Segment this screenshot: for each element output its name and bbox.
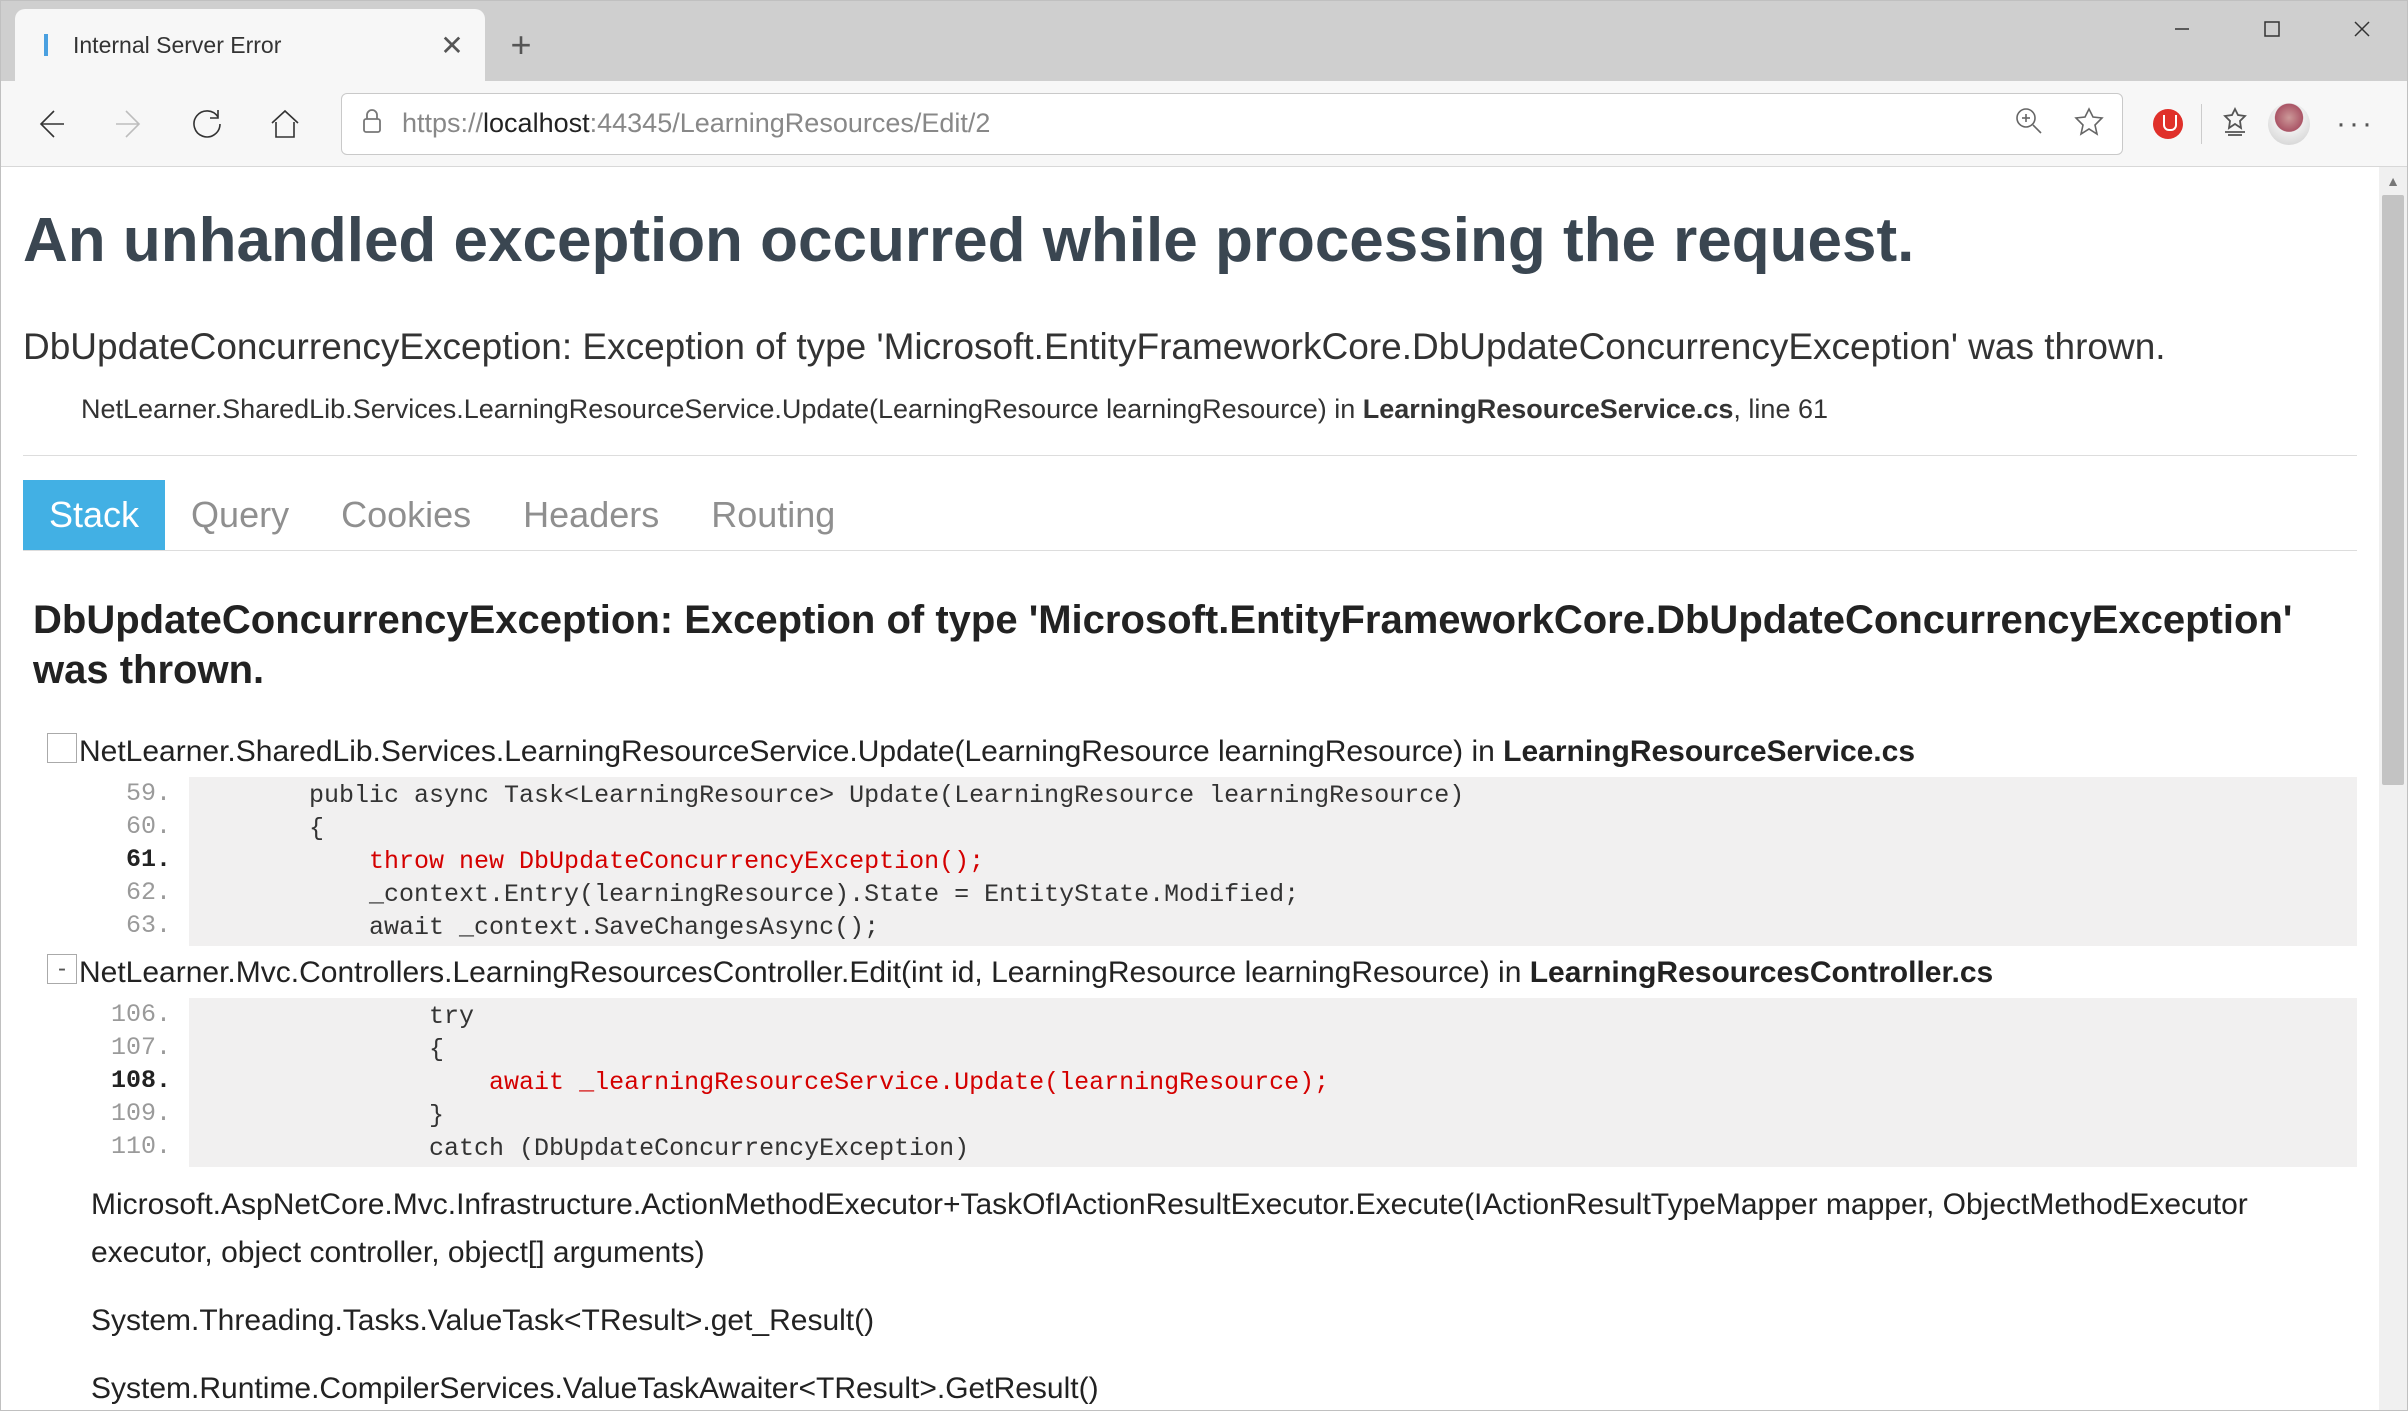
browser-window: Internal Server Error ✕ +	[0, 0, 2408, 1411]
scrollbar[interactable]: ▲	[2379, 167, 2407, 1410]
tab-query[interactable]: Query	[165, 480, 315, 550]
tab-headers[interactable]: Headers	[497, 480, 685, 550]
maximize-button[interactable]	[2227, 1, 2317, 57]
url-path: /LearningResources/Edit/2	[672, 108, 990, 138]
extension-icon[interactable]	[2153, 109, 2183, 139]
more-menu-icon[interactable]: ···	[2328, 107, 2383, 141]
favorite-icon[interactable]	[2074, 106, 2104, 141]
stack-frames: NetLearner.SharedLib.Services.LearningRe…	[23, 729, 2357, 1167]
scroll-up-icon[interactable]: ▲	[2379, 167, 2407, 195]
forward-button[interactable]	[93, 88, 165, 160]
diagnostic-tabs: Stack Query Cookies Headers Routing	[23, 480, 2357, 551]
toolbar-right: ···	[2143, 103, 2393, 145]
new-tab-button[interactable]: +	[493, 17, 549, 73]
profile-avatar[interactable]	[2268, 103, 2310, 145]
url-scheme: https://	[402, 108, 483, 138]
error-location: NetLearner.SharedLib.Services.LearningRe…	[23, 382, 2357, 456]
content-area: An unhandled exception occurred while pr…	[1, 167, 2407, 1410]
divider	[2201, 104, 2202, 144]
favorites-list-icon[interactable]	[2220, 106, 2250, 141]
stack-frame-plain[interactable]: System.Threading.Tasks.ValueTask<TResult…	[91, 1287, 2357, 1355]
toolbar: https://localhost:44345/LearningResource…	[1, 81, 2407, 167]
frame-toggle-button[interactable]: -	[47, 954, 77, 984]
frame-toggle-button[interactable]	[47, 733, 77, 763]
tab-title: Internal Server Error	[73, 32, 423, 59]
stack-frame: -NetLearner.Mvc.Controllers.LearningReso…	[23, 950, 2357, 1167]
titlebar: Internal Server Error ✕ +	[1, 1, 2407, 81]
error-location-post: , line 61	[1733, 394, 1828, 424]
stack-frame-plain[interactable]: System.Runtime.CompilerServices.ValueTas…	[91, 1355, 2357, 1410]
stack-frame: NetLearner.SharedLib.Services.LearningRe…	[23, 729, 2357, 946]
exception-heading: DbUpdateConcurrencyException: Exception …	[33, 595, 2357, 695]
favicon-icon	[33, 32, 59, 58]
error-location-pre: NetLearner.SharedLib.Services.LearningRe…	[81, 394, 1363, 424]
home-button[interactable]	[249, 88, 321, 160]
zoom-icon[interactable]	[2014, 106, 2044, 141]
tab-stack[interactable]: Stack	[23, 480, 165, 550]
window-controls	[2137, 1, 2407, 57]
address-bar[interactable]: https://localhost:44345/LearningResource…	[341, 93, 2123, 155]
error-heading: An unhandled exception occurred while pr…	[23, 205, 2357, 276]
url-host: localhost	[483, 108, 590, 138]
url-port: :44345	[590, 108, 673, 138]
url-text: https://localhost:44345/LearningResource…	[402, 108, 990, 139]
back-button[interactable]	[15, 88, 87, 160]
code-block: 59.60.61.62.63. public async Task<Learni…	[79, 777, 2357, 946]
scroll-thumb[interactable]	[2382, 195, 2404, 785]
close-window-button[interactable]	[2317, 1, 2407, 57]
frame-header[interactable]: NetLearner.SharedLib.Services.LearningRe…	[79, 729, 2357, 775]
refresh-button[interactable]	[171, 88, 243, 160]
error-subheading: DbUpdateConcurrencyException: Exception …	[23, 326, 2357, 368]
lock-icon	[360, 108, 384, 139]
browser-tab[interactable]: Internal Server Error ✕	[15, 9, 485, 81]
minimize-button[interactable]	[2137, 1, 2227, 57]
plain-stack-frames: Microsoft.AspNetCore.Mvc.Infrastructure.…	[23, 1171, 2357, 1410]
tab-cookies[interactable]: Cookies	[315, 480, 497, 550]
frame-header[interactable]: NetLearner.Mvc.Controllers.LearningResou…	[79, 950, 2357, 996]
tab-routing[interactable]: Routing	[685, 480, 861, 550]
stack-frame-plain[interactable]: Microsoft.AspNetCore.Mvc.Infrastructure.…	[91, 1171, 2357, 1287]
error-location-file: LearningResourceService.cs	[1363, 394, 1734, 424]
page-content: An unhandled exception occurred while pr…	[1, 167, 2379, 1410]
code-block: 106.107.108.109.110. try { await _learni…	[79, 998, 2357, 1167]
close-tab-icon[interactable]: ✕	[437, 29, 467, 62]
address-bar-actions	[2014, 106, 2104, 141]
